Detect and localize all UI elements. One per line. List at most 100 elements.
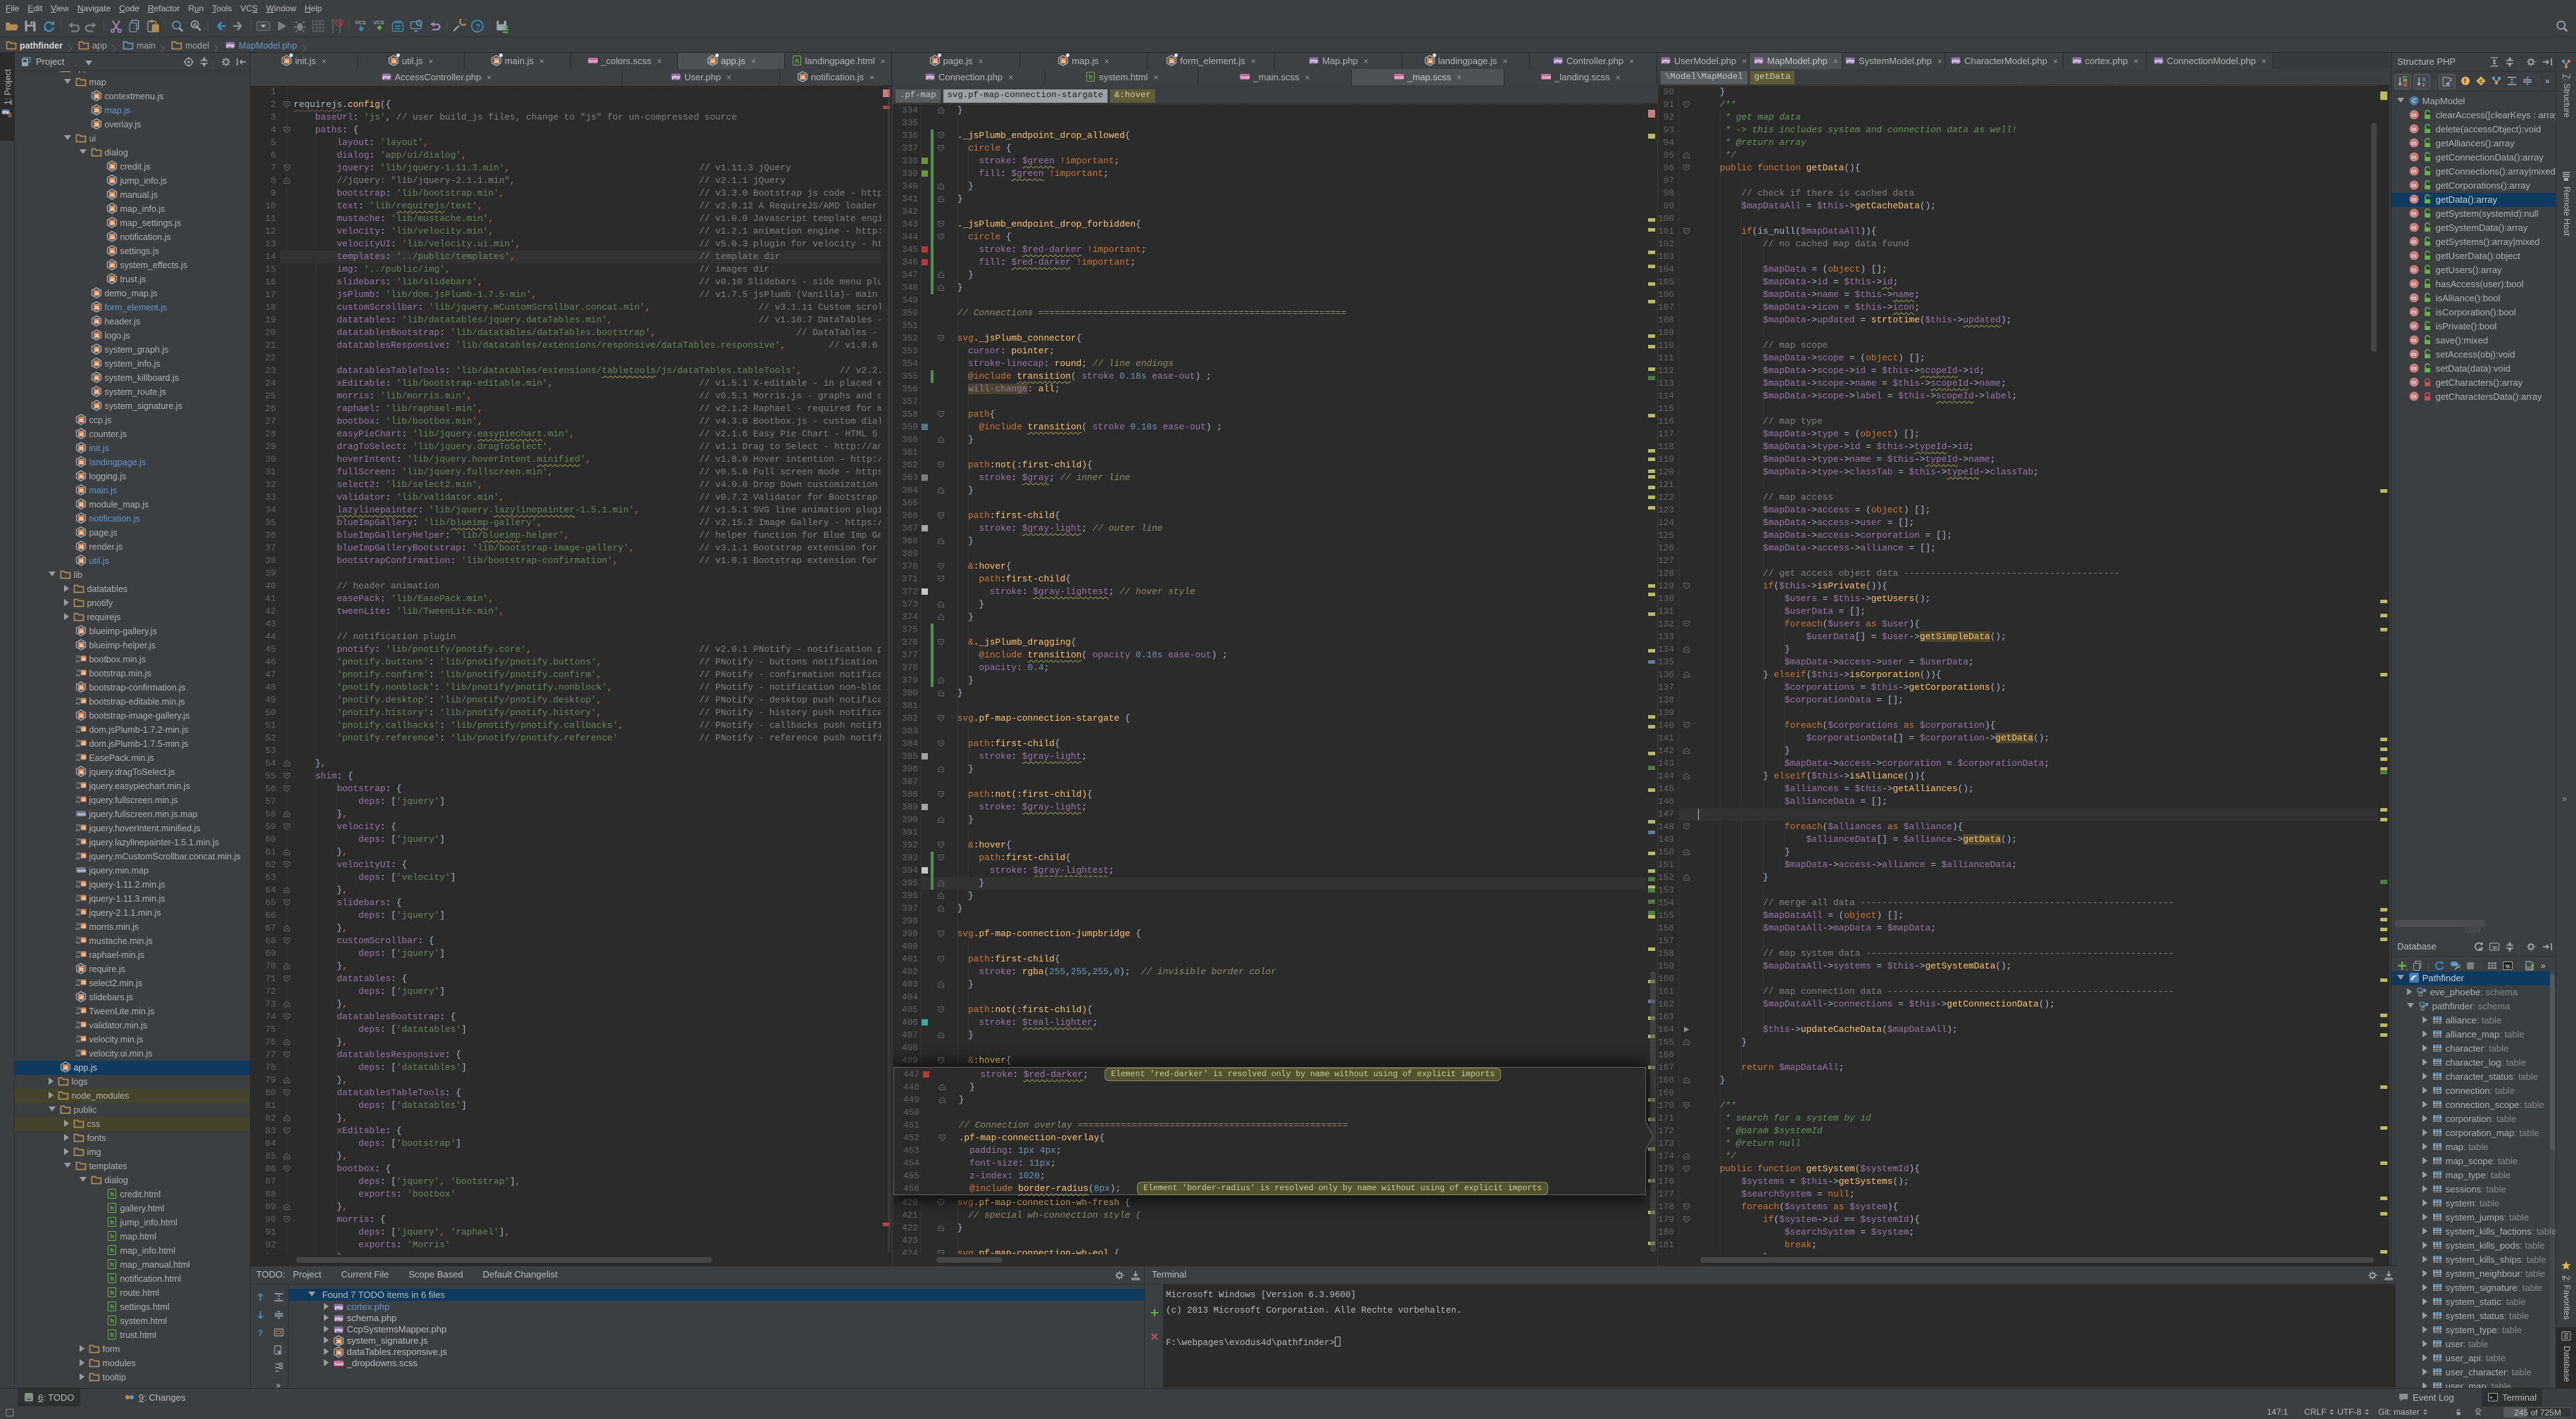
code-line[interactable]: deps: ['jquery'] (294, 833, 445, 846)
tab-close-icon[interactable]: × (1305, 72, 1309, 82)
chevron-collapsed-icon[interactable] (49, 1092, 54, 1099)
code-line[interactable]: blueImpGalleryBootstrap: 'lib/bootstrap-… (294, 542, 892, 555)
code-line[interactable]: dragToSelect: 'lib/jquery.dragToSelect',… (294, 441, 892, 453)
line-number[interactable]: 169 (1658, 1087, 1674, 1099)
project-tree-item-node_modules[interactable]: node_modules (15, 1089, 250, 1103)
code-line[interactable]: $mapDataAll->systems = $this->getSystemD… (1698, 960, 2011, 973)
project-tree-item-settings.html[interactable]: h settings.html (15, 1300, 250, 1314)
fold-start-icon[interactable] (283, 101, 291, 108)
stripe-marker[interactable] (1648, 345, 1655, 348)
line-number[interactable]: 85 (251, 1150, 276, 1163)
code-line[interactable]: /** (1698, 1099, 1736, 1112)
line-number[interactable]: 53 (251, 745, 276, 757)
fold-start-icon[interactable] (283, 1165, 291, 1173)
line-number[interactable]: 342 (893, 206, 918, 218)
tab-close-icon[interactable]: × (1008, 72, 1013, 82)
line-number[interactable]: 100 (1658, 213, 1674, 225)
line-number[interactable]: 34 (251, 504, 276, 517)
chevron-collapsed-icon[interactable] (2423, 1157, 2427, 1164)
stripe-marker[interactable] (1648, 947, 1655, 951)
menu-edit[interactable]: Edit (23, 1, 46, 17)
phpstorm-stripe-icon[interactable]: phpS (1, 108, 13, 119)
line-number[interactable]: 58 (251, 808, 276, 821)
code-line[interactable]: $userData = []; (1698, 605, 1866, 618)
menu-refactor[interactable]: Refactor (144, 1, 184, 17)
line-number[interactable]: 123 (1658, 504, 1674, 517)
code-line[interactable]: } (936, 902, 962, 915)
hector-inspections-icon[interactable] (2474, 1408, 2483, 1417)
line-number[interactable]: 54 (251, 757, 276, 770)
toolbar-vcs-box-button[interactable] (391, 19, 405, 33)
tool-button-project[interactable]: 1: Project (3, 69, 13, 105)
project-tree-item-dom.jsPlumb-1.7.5-min.js[interactable]: 1001JS dom.jsPlumb-1.7.5-min.js (15, 737, 250, 751)
structure-collapse2-icon[interactable] (2522, 75, 2533, 87)
database-table-system_kills_ships[interactable]: system_kills_ships: table (2392, 1253, 2556, 1267)
tab-close-icon[interactable]: × (881, 56, 886, 66)
fold-end-icon[interactable] (283, 1203, 291, 1211)
stripe-marker[interactable] (1648, 612, 1655, 616)
line-number[interactable]: 178 (1658, 1201, 1674, 1213)
stripe-marker[interactable] (1648, 300, 1655, 303)
code-line[interactable]: } (936, 978, 974, 991)
code-line[interactable]: $this->updateCacheData($mapDataAll); (1698, 1023, 1958, 1036)
project-tree-item-velocity.ui.min.js[interactable]: 1001JS velocity.ui.min.js (15, 1047, 250, 1061)
code-line[interactable]: tweenLite: 'lib/TweenLite.min', (294, 605, 505, 618)
project-tree-item-jquery.hoverIntent.minified.js[interactable]: 1001JS jquery.hoverIntent.minified.js (15, 821, 250, 835)
fold-start-icon[interactable] (1683, 1203, 1690, 1211)
tab-landingpage.js[interactable]: JSlandingpage.js× (1402, 53, 1530, 69)
line-number[interactable]: 380 (893, 687, 918, 700)
menu-navigate[interactable]: Navigate (73, 1, 115, 17)
toolbar-find-button[interactable] (170, 19, 184, 33)
tab-Connection.php[interactable]: phpConnection.php× (893, 69, 1045, 85)
code-line[interactable]: layout: 'layout', (294, 137, 429, 149)
toolbar-run-button[interactable] (275, 19, 289, 33)
line-number[interactable]: 150 (1658, 846, 1674, 859)
toolbar-settings-button[interactable] (452, 19, 466, 33)
line-number[interactable]: 105 (1658, 276, 1674, 289)
stripe-marker[interactable] (1648, 414, 1655, 417)
project-tree-item-morris.min.js[interactable]: 1001JS morris.min.js (15, 920, 250, 934)
stripe-marker[interactable] (2380, 1014, 2387, 1017)
code-line[interactable]: stroke: $gray-lightest; // hover style (936, 586, 1195, 598)
project-tree-item-trust.html[interactable]: h trust.html (15, 1328, 250, 1342)
code-line[interactable]: $corporationData = []; (1698, 694, 1904, 707)
line-number[interactable]: 408 (893, 1042, 918, 1054)
code-line[interactable]: } (937, 1081, 975, 1094)
line-number[interactable]: 39 (251, 567, 276, 580)
code-line[interactable]: stroke-linecap: round; // line endings (936, 358, 1174, 370)
code-line[interactable]: $mapData->access->alliance = $allianceDa… (1698, 859, 2017, 871)
code-line[interactable]: 'pnotify.callbacks': 'lib/pnotify/pnotif… (294, 719, 892, 732)
fold-end-icon[interactable] (283, 848, 291, 856)
line-number[interactable]: 61 (251, 846, 276, 859)
code-line[interactable]: } (1698, 643, 1790, 656)
structure-item-getCharacters[interactable]: m getCharacters():array (2392, 376, 2556, 390)
code-line[interactable]: $corporations = $this->getCorporations()… (1698, 681, 2006, 694)
stripe-marker[interactable] (1648, 915, 1655, 919)
project-tree-item-TweenLite.min.js[interactable]: 1001JS TweenLite.min.js (15, 1004, 250, 1018)
line-number[interactable]: 22 (251, 352, 276, 365)
todo-file-cortex.php[interactable]: php cortex.php (289, 1301, 1144, 1313)
status-line-ending[interactable]: CRLF (2304, 1407, 2334, 1417)
code-line[interactable]: path:first-child{ (936, 573, 1071, 586)
project-tree-item-overlay.js[interactable]: JS overlay.js (15, 118, 250, 132)
project-tree-item-ui[interactable]: ui (15, 132, 250, 146)
code-line[interactable]: &:hover{ (936, 560, 1012, 573)
project-tree-item-dom.jsPlumb-1.7.2-min.js[interactable]: 1001JS dom.jsPlumb-1.7.2-min.js (15, 723, 250, 737)
tool-button-6-TODO[interactable]: 6: TODO (18, 1389, 80, 1406)
code-line[interactable]: ._jsPlumb_endpoint_drop_allowed{ (936, 130, 1130, 142)
line-number[interactable]: 109 (1658, 327, 1674, 339)
code-line[interactable]: }, (294, 1074, 348, 1087)
terminal-new-session-icon[interactable] (1149, 1307, 1160, 1318)
line-number[interactable]: 139 (1658, 707, 1674, 719)
toolbar-paste-button[interactable] (146, 19, 160, 33)
project-tree-item-form[interactable]: form (15, 1342, 250, 1356)
tab-close-icon[interactable]: × (978, 56, 983, 66)
database-table-system_jumps[interactable]: system_jumps: table (2392, 1211, 2556, 1225)
line-number[interactable]: 397 (893, 902, 918, 915)
code-line[interactable]: $mapData->type->id = $this->typeId->id; (1698, 441, 1974, 453)
code-line[interactable]: }, (294, 1036, 348, 1049)
line-number[interactable]: 127 (1658, 555, 1674, 567)
structure-item-getConnections[interactable]: m getConnections():array|mixed (2392, 165, 2556, 179)
line-number[interactable]: 124 (1658, 517, 1674, 529)
toolbar-debug-button[interactable] (293, 19, 307, 33)
